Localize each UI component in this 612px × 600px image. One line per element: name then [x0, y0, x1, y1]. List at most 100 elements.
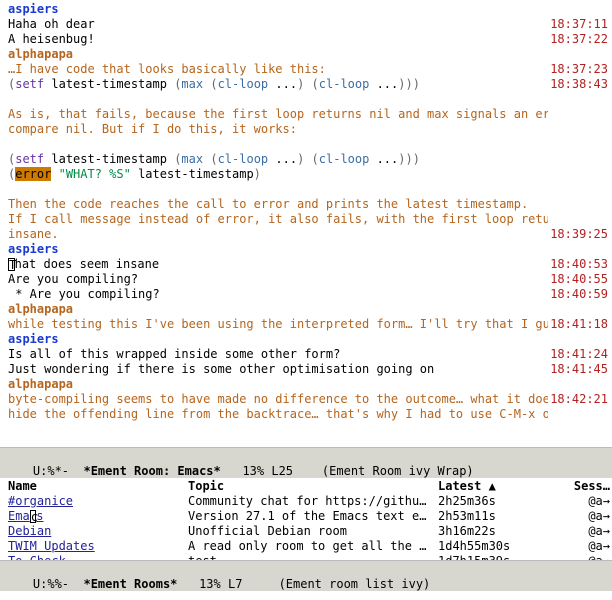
chat-line: (setf latest-timestamp (max (cl-loop ...…: [8, 77, 612, 92]
chat-timestamp: [548, 212, 612, 227]
room-latest: 1d7h15m39s: [438, 554, 558, 560]
chat-message-text: * Are you compiling?: [8, 287, 548, 302]
chat-timestamp: [548, 47, 612, 62]
chat-message-text: aspiers: [8, 2, 548, 17]
room-name[interactable]: Emacs: [8, 509, 188, 524]
chat-line: [8, 182, 612, 197]
chat-timestamp: [548, 122, 612, 137]
chat-line: A heisenbug!18:37:22: [8, 32, 612, 47]
chat-timestamp: [548, 242, 612, 257]
room-topic: test: [188, 554, 438, 560]
chat-timestamp: 18:41:45: [548, 362, 612, 377]
chat-line: Is all of this wrapped inside some other…: [8, 347, 612, 362]
chat-timestamp: [548, 302, 612, 317]
room-name[interactable]: To-Check: [8, 554, 188, 560]
chat-message-text: alphapapa: [8, 302, 548, 317]
room-latest: 3h16m22s: [438, 524, 558, 539]
col-header-topic[interactable]: Topic: [188, 479, 438, 494]
chat-message-text: [8, 92, 548, 107]
chat-message-text: As is, that fails, because the first loo…: [8, 107, 548, 122]
chat-line: aspiers: [8, 332, 612, 347]
chat-message-text: alphapapa: [8, 47, 548, 62]
chat-line: aspiers: [8, 2, 612, 17]
room-latest: 2h25m36s: [438, 494, 558, 509]
chat-line: (setf latest-timestamp (max (cl-loop ...…: [8, 152, 612, 167]
room-topic: Version 27.1 of the Emacs text e…: [188, 509, 438, 524]
chat-line: Just wondering if there is some other op…: [8, 362, 612, 377]
chat-message-text: aspiers: [8, 242, 548, 257]
chat-room-pane[interactable]: aspiersHaha oh dear18:37:11A heisenbug!1…: [0, 0, 612, 447]
chat-message-text: alphapapa: [8, 377, 548, 392]
chat-line: hide the offending line from the backtra…: [8, 407, 612, 422]
chat-message-text: If I call message instead of error, it a…: [8, 212, 548, 227]
chat-line: alphapapa: [8, 47, 612, 62]
chat-timestamp: [548, 407, 612, 422]
chat-timestamp: [548, 107, 612, 122]
chat-nick: aspiers: [8, 242, 59, 256]
room-latest: 2h53m11s: [438, 509, 558, 524]
col-header-latest[interactable]: Latest ▲: [438, 479, 558, 494]
chat-line: [8, 137, 612, 152]
room-session: @a→: [558, 539, 612, 554]
modeline-buffer-name: *Ement Room: Emacs*: [83, 464, 220, 478]
chat-message-text: …I have code that looks basically like t…: [8, 62, 548, 77]
modeline-flags: U:%%-: [33, 577, 84, 591]
chat-nick: alphapapa: [8, 302, 73, 316]
chat-line: alphapapa: [8, 377, 612, 392]
modeline-buffer-name: *Ement Rooms*: [83, 577, 177, 591]
room-list-row[interactable]: TWIM UpdatesA read only room to get all …: [8, 539, 612, 554]
chat-line: Haha oh dear18:37:11: [8, 17, 612, 32]
chat-timestamp: [548, 92, 612, 107]
modeline-position: 13% L7: [177, 577, 278, 591]
chat-nick: alphapapa: [8, 377, 73, 391]
chat-timestamp: [548, 137, 612, 152]
chat-message-text: [8, 137, 548, 152]
chat-message-text: Is all of this wrapped inside some other…: [8, 347, 548, 362]
chat-message-text: byte-compiling seems to have made no dif…: [8, 392, 548, 407]
chat-line: [8, 92, 612, 107]
room-list-header: Name Topic Latest ▲ Sess…: [8, 479, 612, 494]
chat-timestamp: 18:40:59: [548, 287, 612, 302]
chat-line: (error "WHAT? %S" latest-timestamp): [8, 167, 612, 182]
chat-message-text: Haha oh dear: [8, 17, 548, 32]
chat-line: If I call message instead of error, it a…: [8, 212, 612, 227]
chat-timestamp: [548, 197, 612, 212]
room-name[interactable]: TWIM Updates: [8, 539, 188, 554]
chat-timestamp: 18:40:53: [548, 257, 612, 272]
modeline-chat: U:%*- *Ement Room: Emacs* 13% L25 (Ement…: [0, 447, 612, 478]
room-list-pane[interactable]: Name Topic Latest ▲ Sess… #organiceCommu…: [0, 478, 612, 560]
room-name[interactable]: Debian: [8, 524, 188, 539]
chat-nick: aspiers: [8, 332, 59, 346]
room-list-row[interactable]: #organiceCommunity chat for https://gith…: [8, 494, 612, 509]
chat-timestamp: [548, 2, 612, 17]
room-list-row[interactable]: DebianUnofficial Debian room3h16m22s@a→: [8, 524, 612, 539]
chat-timestamp: 18:37:23: [548, 62, 612, 77]
room-topic: Unofficial Debian room: [188, 524, 438, 539]
chat-timestamp: 18:40:55: [548, 272, 612, 287]
modeline-flags: U:%*-: [33, 464, 84, 478]
chat-message-text: aspiers: [8, 332, 548, 347]
chat-timestamp: 18:37:22: [548, 32, 612, 47]
chat-message-text: insane.: [8, 227, 548, 242]
chat-line: compare nil. But if I do this, it works:: [8, 122, 612, 137]
room-list-row[interactable]: EmacsVersion 27.1 of the Emacs text e…2h…: [8, 509, 612, 524]
col-header-name[interactable]: Name: [8, 479, 188, 494]
chat-timestamp: 18:41:18: [548, 317, 612, 332]
col-header-session[interactable]: Sess…: [558, 479, 612, 494]
chat-timestamp: [548, 182, 612, 197]
chat-timestamp: [548, 377, 612, 392]
chat-message-text: Just wondering if there is some other op…: [8, 362, 548, 377]
chat-message-text: (error "WHAT? %S" latest-timestamp): [8, 167, 548, 182]
chat-timestamp: 18:41:24: [548, 347, 612, 362]
minibuffer[interactable]: [0, 591, 612, 600]
chat-timestamp: 18:39:25: [548, 227, 612, 242]
chat-line: insane.18:39:25: [8, 227, 612, 242]
modeline-rooms: U:%%- *Ement Rooms* 13% L7 (Ement room l…: [0, 560, 612, 591]
chat-message-text: Are you compiling?: [8, 272, 548, 287]
chat-nick: aspiers: [8, 2, 59, 16]
chat-line: Then the code reaches the call to error …: [8, 197, 612, 212]
room-list-row[interactable]: To-Checktest1d7h15m39s@a→: [8, 554, 612, 560]
room-name[interactable]: #organice: [8, 494, 188, 509]
room-session: @a→: [558, 554, 612, 560]
room-topic: Community chat for https://githu…: [188, 494, 438, 509]
